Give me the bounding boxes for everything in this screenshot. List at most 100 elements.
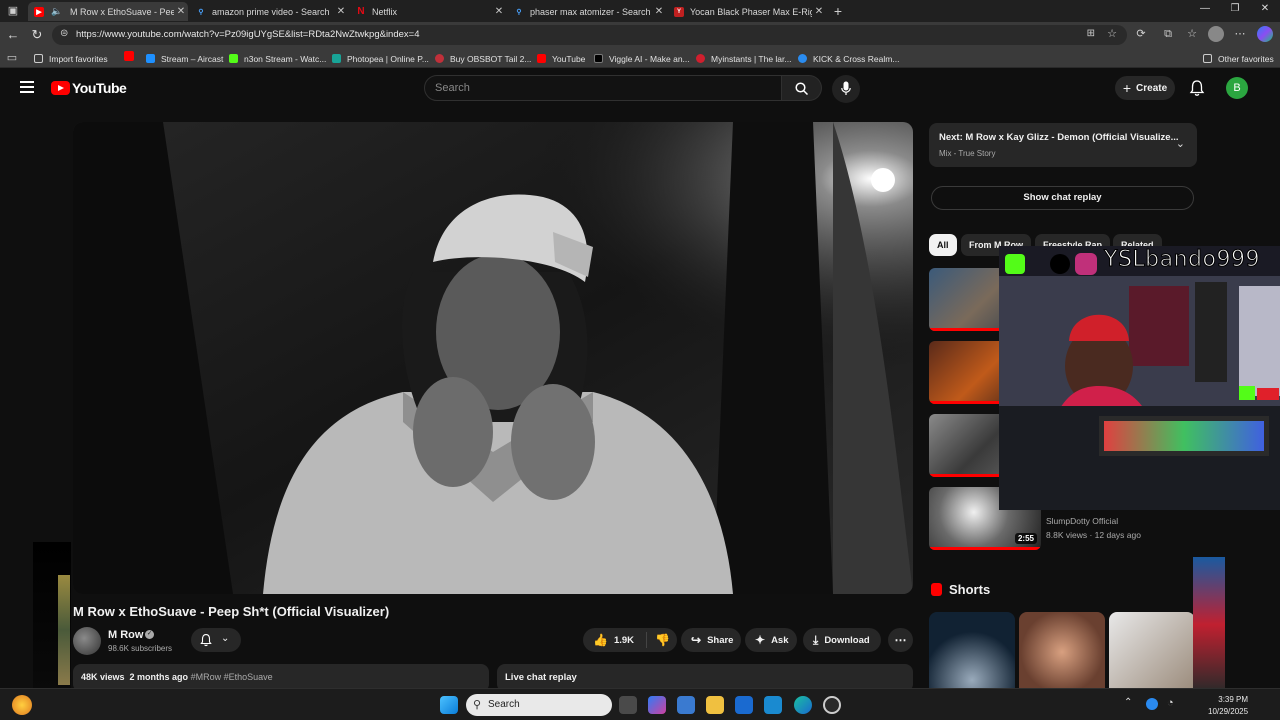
thumbs-down-icon[interactable]: 👎 [655,633,670,647]
hashtags[interactable]: #MRow #EthoSuave [191,672,273,682]
minimize-icon[interactable]: — [1190,3,1220,14]
download-button[interactable]: ⤓ Download [803,628,881,652]
tab-yocan[interactable]: Y Yocan Black Phaser Max E-Rig for ✕ [668,2,826,21]
profile-avatar[interactable] [1208,26,1224,42]
close-tab-icon[interactable]: ✕ [174,6,188,17]
search-icon: ⚲ [473,699,482,711]
related-channel-name[interactable]: SlumpDotty Official [1046,516,1118,526]
fav-youtube[interactable]: YouTube [537,52,585,65]
chip-all[interactable]: All [929,234,957,256]
refresh-icon[interactable]: ↻ [28,27,46,43]
copilot-icon[interactable] [1257,26,1273,42]
create-button[interactable]: + Create [1115,76,1175,100]
fav-photopea[interactable]: Photopea | Online P... [332,52,429,65]
shorts-logo-icon [931,583,942,596]
obs-icon[interactable] [823,696,841,714]
reader-icon[interactable]: ⊞ [1087,28,1095,39]
taskbar-search-label: Search [488,699,520,710]
site-info-icon[interactable]: ⊜ [60,28,68,39]
bell-icon [200,634,212,647]
extensions-icon[interactable]: ⟳ [1134,27,1148,41]
search-button[interactable] [782,75,822,101]
more-horizontal-icon: ⋯ [894,633,907,647]
tab-actions-icon[interactable]: ▣ [6,4,20,18]
youtube-fav-icon[interactable] [124,51,134,61]
taskbar-search[interactable]: ⚲ Search [466,694,612,716]
chevron-down-icon[interactable]: ⌄ [1176,137,1185,150]
close-window-icon[interactable]: ✕ [1250,3,1280,14]
fav-myinstants[interactable]: Myinstants | The lar... [696,52,791,65]
fav-label: KICK & Cross Realm... [813,53,900,64]
hamburger-menu-icon[interactable] [20,81,34,93]
windows-taskbar: ⚲ Search ⌃ ◔ 3:39 PM 10/29/2025 [0,688,1280,720]
wifi-icon[interactable]: ◔ [1167,697,1174,709]
fav-aircast[interactable]: Stream – Aircast [146,52,223,65]
weather-widget-icon[interactable] [12,695,32,715]
copilot-app-icon[interactable] [648,696,666,714]
collections-icon[interactable]: ▭ [5,51,19,65]
chevron-up-icon[interactable]: ⌃ [1124,697,1132,708]
view-count: 48K views [81,672,125,682]
url-field[interactable]: ⊜ https://www.youtube.com/watch?v=Pz09ig… [52,25,1127,45]
ask-button[interactable]: ✦ Ask [745,628,797,652]
voice-search-button[interactable] [832,75,860,103]
file-explorer-icon[interactable] [706,696,724,714]
thumbs-up-icon[interactable]: 👍 [593,633,608,647]
more-menu-icon[interactable]: ⋯ [1233,27,1247,41]
close-tab-icon[interactable]: ✕ [334,6,348,17]
tab-youtube[interactable]: ▶ 🔈 M Row x EthoSuave - Peep Sh*t ✕ [28,2,188,21]
outlook-icon[interactable] [735,696,753,714]
photos-icon[interactable] [764,696,782,714]
youtube-header: YouTube Search + Create B [0,69,1280,109]
notifications-bell-icon[interactable] [1188,79,1206,97]
share-button[interactable]: ↪ Share [681,628,741,652]
fav-viggle[interactable]: Viggle AI - Make an... [594,52,690,65]
close-tab-icon[interactable]: ✕ [652,6,666,17]
related-video-meta: 8.8K views · 12 days ago [1046,530,1141,540]
yocan-favicon-icon: Y [674,6,684,17]
channel-avatar[interactable] [73,627,101,655]
new-tab-icon[interactable]: + [831,4,845,18]
short-thumbnail[interactable] [1019,612,1105,692]
chat-replay-label: Live chat replay [505,672,577,683]
short-thumbnail[interactable] [929,612,1015,692]
video-player[interactable] [73,122,913,594]
tab-title: phaser max atomizer - Search [530,6,651,17]
subscriber-count: 98.6K subscribers [108,644,173,653]
fav-import[interactable]: Import favorites [34,52,108,65]
favorites-icon[interactable]: ☆ [1185,27,1199,41]
logo-text: YouTube [72,80,127,96]
subscribe-bell-button[interactable]: ⌄ [191,628,241,652]
close-tab-icon[interactable]: ✕ [812,6,826,17]
close-tab-icon[interactable]: ✕ [492,6,506,17]
partial-short-thumbnail[interactable] [1193,557,1225,692]
channel-name[interactable]: M Row [108,629,143,641]
playlist-next-box[interactable]: Next: M Row x Kay Glizz - Demon (Officia… [929,123,1197,167]
short-thumbnail[interactable] [1109,612,1195,692]
tab-netflix[interactable]: N Netflix ✕ [350,2,506,21]
fav-kick[interactable]: KICK & Cross Realm... [798,52,899,65]
youtube-logo[interactable]: YouTube [51,80,127,96]
store-icon[interactable] [677,696,695,714]
back-icon[interactable]: ← [4,27,22,42]
other-favorites[interactable]: Other favorites [1203,52,1274,65]
more-actions-button[interactable]: ⋯ [888,628,913,652]
tab-phaser-search[interactable]: ⚲ phaser max atomizer - Search ✕ [508,2,666,21]
share-label: Share [707,634,734,646]
fav-n3on[interactable]: n3on Stream - Watc... [229,52,326,65]
account-avatar[interactable]: B [1226,77,1248,99]
search-input[interactable]: Search [424,75,782,101]
network-icon[interactable] [1146,698,1158,710]
task-view-icon[interactable] [619,696,637,714]
fav-obsbot[interactable]: Buy OBSBOT Tail 2... [435,52,531,65]
maximize-icon[interactable]: ❐ [1220,3,1250,14]
like-count[interactable]: 1.9K [614,635,634,646]
edge-icon[interactable] [794,696,812,714]
system-clock[interactable]: 3:39 PM 10/29/2025 [1208,694,1248,718]
favorite-star-icon[interactable]: ☆ [1107,27,1117,40]
tab-amazon-search[interactable]: ⚲ amazon prime video - Search ✕ [190,2,348,21]
upload-age: 2 months ago [129,672,189,682]
split-screen-icon[interactable]: ⧉ [1161,27,1175,41]
start-button-icon[interactable] [440,696,458,714]
show-chat-replay-button[interactable]: Show chat replay [931,186,1194,210]
